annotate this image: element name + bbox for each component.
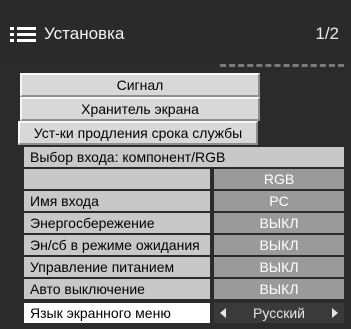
- menu-title: Установка: [44, 24, 125, 43]
- osd-language-selector[interactable]: Русский: [214, 303, 344, 323]
- input-select-value-label: [24, 169, 210, 189]
- input-name-value: PC: [214, 191, 344, 211]
- signal-button[interactable]: Сигнал: [20, 73, 260, 97]
- setup-osd-menu: Установка 1/2 Сигнал Хранитель экрана Ус…: [0, 0, 351, 329]
- auto-off-label: Авто выключение: [24, 279, 210, 299]
- screensaver-button[interactable]: Хранитель экрана: [20, 97, 260, 121]
- power-management-row[interactable]: Управление питанием ВЫКЛ: [24, 257, 344, 277]
- power-save-row[interactable]: Энергосбережение ВЫКЛ: [24, 213, 344, 233]
- page-indicator: 1/2: [315, 24, 339, 43]
- auto-off-row[interactable]: Авто выключение ВЫКЛ: [24, 279, 344, 299]
- power-management-value: ВЫКЛ: [214, 257, 344, 277]
- input-select-value: RGB: [214, 169, 344, 189]
- power-save-value: ВЫКЛ: [214, 213, 344, 233]
- arrow-left-icon[interactable]: [220, 308, 226, 318]
- input-select-row[interactable]: Выбор входа: компонент/RGB: [24, 147, 344, 167]
- auto-off-value: ВЫКЛ: [214, 279, 344, 299]
- menu-list-icon: [10, 27, 36, 42]
- scroll-indicator: [220, 64, 344, 67]
- standby-save-row[interactable]: Эн/сб в режиме ожидания ВЫКЛ: [24, 235, 344, 255]
- osd-language-row[interactable]: Язык экранного меню Русский: [24, 303, 344, 323]
- arrow-right-icon[interactable]: [332, 308, 338, 318]
- power-management-label: Управление питанием: [24, 257, 210, 277]
- input-select-value-row[interactable]: RGB: [24, 169, 344, 189]
- standby-save-value: ВЫКЛ: [214, 235, 344, 255]
- input-select-label: Выбор входа: компонент/RGB: [24, 147, 344, 167]
- input-name-row[interactable]: Имя входа PC: [24, 191, 344, 211]
- standby-save-label: Эн/сб в режиме ожидания: [24, 235, 210, 255]
- menu-title-bar: Установка 1/2: [0, 0, 351, 59]
- extend-life-settings-button[interactable]: Уст-ки продления срока службы: [18, 121, 258, 145]
- osd-language-value: Русский: [253, 305, 305, 321]
- input-name-label: Имя входа: [24, 191, 210, 211]
- osd-language-label: Язык экранного меню: [24, 303, 210, 323]
- power-save-label: Энергосбережение: [24, 213, 210, 233]
